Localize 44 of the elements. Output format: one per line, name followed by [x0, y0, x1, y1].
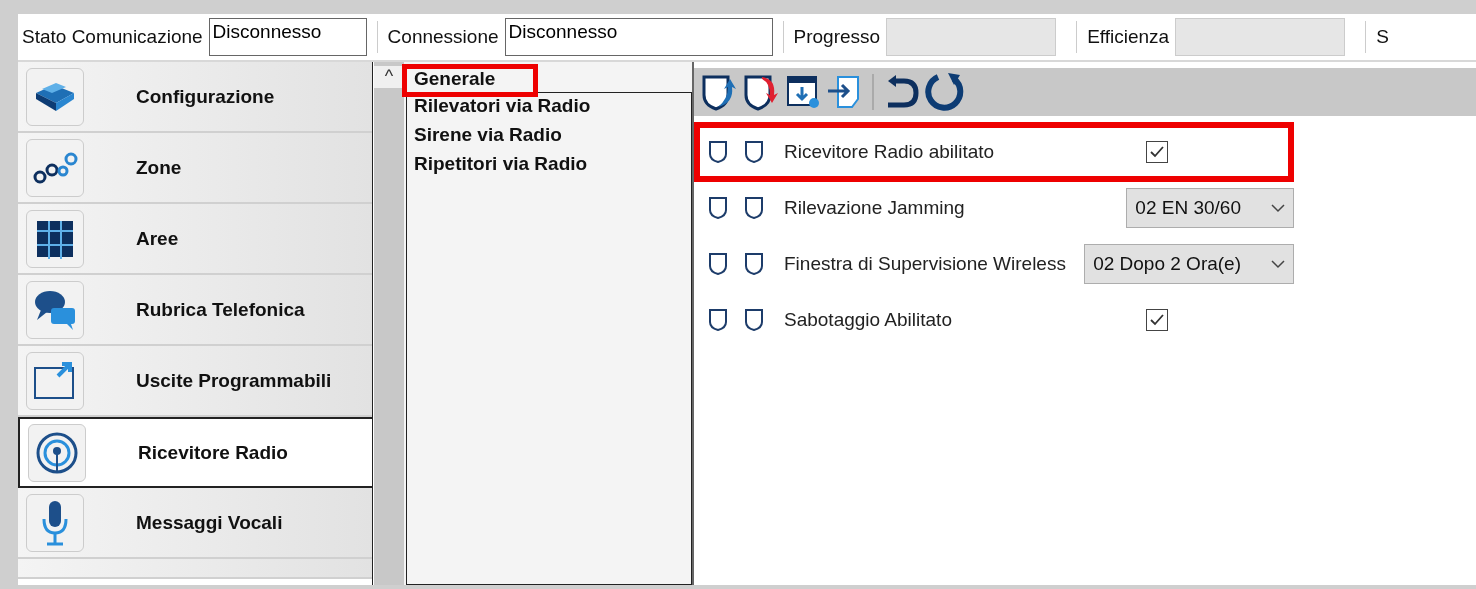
caret-icon [1271, 203, 1285, 213]
tree-item[interactable]: Ripetitori via Radio [404, 153, 692, 182]
status-field: Disconnesso [504, 18, 773, 56]
shield-download-icon[interactable] [742, 73, 780, 111]
tree-item[interactable]: Generale [404, 66, 536, 95]
shield-icon [744, 140, 764, 164]
status-label: Stato Comunicazione [22, 26, 203, 48]
shield-upload-icon[interactable] [700, 73, 738, 111]
status-label: Progresso [793, 26, 881, 48]
sidebar-item[interactable]: Zone [18, 133, 372, 204]
dropdown[interactable]: 02 Dopo 2 Ora(e) [1084, 244, 1294, 284]
status-label: Efficienza [1087, 26, 1170, 48]
checkbox[interactable] [1146, 141, 1168, 163]
grid-icon [35, 218, 75, 259]
sidebar-item[interactable]: Aree [18, 204, 372, 275]
status-field: Disconnesso [208, 18, 367, 56]
shield-icon [744, 252, 764, 276]
setting-label: Rilevazione Jamming [784, 197, 966, 219]
microphone-icon [40, 498, 70, 547]
status-label: S [1376, 26, 1389, 48]
window-download-icon[interactable] [784, 73, 822, 111]
tree-item[interactable]: Rilevatori via Radio [404, 95, 692, 124]
checkbox[interactable] [1146, 309, 1168, 331]
shield-icon [708, 196, 728, 220]
caret-icon [1271, 259, 1285, 269]
radio-signal-icon [35, 430, 79, 475]
refresh-icon[interactable] [924, 71, 966, 113]
shield-icon [708, 252, 728, 276]
setting-label: Finestra di Supervisione Wireless [784, 253, 1067, 275]
sidebar-item[interactable]: Uscite Programmabili [18, 346, 372, 417]
tree-item[interactable]: Sirene via Radio [404, 124, 692, 153]
shield-icon [708, 308, 728, 332]
setting-label: Sabotaggio Abilitato [784, 309, 953, 331]
scrollbar[interactable]: ^ [373, 62, 404, 585]
status-label: Connessione [387, 26, 499, 48]
sidebar-item[interactable]: Messaggi Vocali [18, 488, 372, 559]
sidebar-item[interactable]: Configurazione [18, 62, 372, 133]
shield-icon [708, 140, 728, 164]
dropdown[interactable]: 02 EN 30/60 [1126, 188, 1294, 228]
shield-icon [744, 196, 764, 220]
setting-label: Ricevitore Radio abilitato [784, 141, 996, 163]
shield-icon [744, 308, 764, 332]
sidebar-item[interactable]: Rubrica Telefonica [18, 275, 372, 346]
sidebar-item[interactable]: Ricevitore Radio [18, 417, 372, 488]
